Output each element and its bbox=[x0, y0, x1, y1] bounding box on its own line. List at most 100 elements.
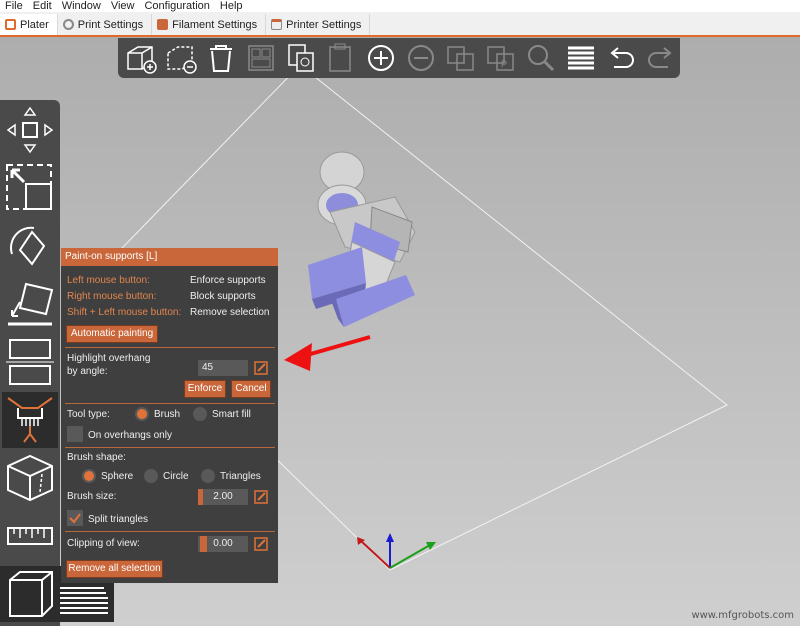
sphere-radio[interactable] bbox=[82, 469, 96, 483]
cut-tool-button[interactable] bbox=[2, 334, 58, 390]
measure-tool-button[interactable] bbox=[2, 508, 58, 564]
clipping-slider[interactable]: 0.00 bbox=[198, 536, 248, 552]
rotate-icon bbox=[10, 226, 46, 266]
left-toolbar bbox=[0, 100, 114, 626]
add-cube-icon bbox=[127, 46, 157, 74]
delete-all-button[interactable] bbox=[202, 39, 240, 77]
edit-icon[interactable] bbox=[254, 490, 268, 504]
scale-tool-button[interactable] bbox=[2, 160, 58, 216]
axes-gizmo bbox=[357, 533, 436, 569]
triangles-radio[interactable] bbox=[201, 469, 215, 483]
overhang-angle-input[interactable]: 45 bbox=[198, 360, 248, 376]
add-instance-button[interactable] bbox=[362, 39, 400, 77]
paste-button[interactable] bbox=[322, 39, 360, 77]
highlight-label-1: Highlight overhang bbox=[67, 353, 151, 364]
smart-fill-radio-label: Smart fill bbox=[212, 409, 251, 420]
split-triangles-checkbox[interactable] bbox=[67, 510, 83, 526]
redo-button[interactable] bbox=[642, 39, 680, 77]
paint-brush-icon bbox=[7, 397, 53, 443]
menu-help[interactable]: Help bbox=[215, 0, 248, 12]
filament-settings-icon bbox=[157, 19, 169, 30]
print-settings-icon bbox=[62, 19, 74, 30]
add-object-button[interactable] bbox=[122, 39, 160, 77]
printer-settings-icon bbox=[271, 19, 283, 30]
layers-icon bbox=[568, 46, 594, 70]
right-mouse-label: Right mouse button: bbox=[67, 291, 157, 302]
move-icon bbox=[6, 106, 54, 154]
plus-circle-icon bbox=[368, 45, 394, 71]
menu-edit[interactable]: Edit bbox=[28, 0, 57, 12]
arrange-icon bbox=[248, 45, 274, 71]
brush-radio[interactable] bbox=[135, 407, 149, 421]
shift-left-action: Remove selection bbox=[190, 307, 270, 318]
menu-configuration[interactable]: Configuration bbox=[139, 0, 214, 12]
ruler-icon bbox=[7, 527, 53, 545]
left-mouse-label: Left mouse button: bbox=[67, 275, 150, 286]
right-mouse-action: Block supports bbox=[190, 291, 256, 302]
undo-button[interactable] bbox=[602, 39, 640, 77]
tab-bar: Plater Print Settings Filament Settings … bbox=[0, 12, 800, 37]
menu-window[interactable]: Window bbox=[57, 0, 106, 12]
paint-supports-panel: Paint-on supports [L] Left mouse button:… bbox=[61, 248, 278, 583]
seam-painting-button[interactable] bbox=[2, 450, 58, 506]
search-button[interactable] bbox=[522, 39, 560, 77]
tab-printer-settings[interactable]: Printer Settings bbox=[266, 14, 371, 35]
move-tool-button[interactable] bbox=[2, 102, 58, 158]
place-on-face-button[interactable] bbox=[2, 276, 58, 332]
arrange-button[interactable] bbox=[242, 39, 280, 77]
undo-icon bbox=[610, 47, 634, 68]
brush-size-slider[interactable]: 2.00 bbox=[198, 489, 248, 505]
tab-plater[interactable]: Plater bbox=[0, 14, 58, 35]
model-object bbox=[308, 151, 416, 327]
tab-printer-settings-label: Printer Settings bbox=[286, 18, 362, 31]
rotate-tool-button[interactable] bbox=[2, 218, 58, 274]
circle-radio-label: Circle bbox=[163, 471, 189, 482]
remove-all-selection-button[interactable]: Remove all selection bbox=[66, 560, 163, 578]
menu-file[interactable]: File bbox=[0, 0, 28, 12]
circle-radio[interactable] bbox=[144, 469, 158, 483]
plater-icon bbox=[5, 19, 16, 30]
smart-fill-radio[interactable] bbox=[193, 407, 207, 421]
copy-button[interactable] bbox=[282, 39, 320, 77]
layers-button[interactable] bbox=[562, 39, 600, 77]
split-triangles-label: Split triangles bbox=[88, 514, 149, 525]
shift-left-label: Shift + Left mouse button: bbox=[67, 307, 182, 318]
separator bbox=[65, 447, 275, 448]
automatic-painting-button[interactable]: Automatic painting bbox=[66, 325, 158, 343]
delete-button[interactable] bbox=[162, 39, 200, 77]
menu-bar: File Edit Window View Configuration Help bbox=[0, 0, 800, 12]
tab-print-settings[interactable]: Print Settings bbox=[57, 14, 153, 35]
checkmark-icon bbox=[69, 513, 81, 524]
clipping-value: 0.00 bbox=[213, 538, 233, 549]
minus-circle-icon bbox=[408, 45, 434, 71]
place-on-face-icon bbox=[8, 282, 54, 326]
clipping-label: Clipping of view: bbox=[67, 538, 140, 549]
cut-icon bbox=[6, 339, 54, 385]
edit-icon[interactable] bbox=[254, 361, 268, 375]
watermark: www.mfgrobots.com bbox=[691, 610, 794, 621]
split-parts-icon: P bbox=[487, 46, 514, 71]
on-overhangs-only-checkbox[interactable] bbox=[67, 426, 83, 442]
scale-icon bbox=[6, 164, 52, 210]
on-overhangs-only-label: On overhangs only bbox=[88, 430, 172, 441]
split-parts-button[interactable]: P bbox=[482, 39, 520, 77]
remove-instance-button[interactable] bbox=[402, 39, 440, 77]
triangles-radio-label: Triangles bbox=[220, 471, 261, 482]
left-mouse-action: Enforce supports bbox=[190, 275, 266, 286]
tab-filament-settings[interactable]: Filament Settings bbox=[152, 14, 267, 35]
split-objects-icon bbox=[447, 46, 474, 71]
menu-view[interactable]: View bbox=[106, 0, 140, 12]
brush-size-label: Brush size: bbox=[67, 491, 117, 502]
split-objects-button[interactable] bbox=[442, 39, 480, 77]
separator bbox=[65, 531, 275, 532]
tab-plater-label: Plater bbox=[20, 18, 49, 31]
top-toolbar: P bbox=[118, 38, 680, 78]
enforce-button[interactable]: Enforce bbox=[184, 380, 226, 398]
paint-supports-button[interactable] bbox=[2, 392, 58, 448]
edit-icon[interactable] bbox=[254, 537, 268, 551]
highlight-label-2: by angle: bbox=[67, 366, 108, 377]
cancel-button[interactable]: Cancel bbox=[231, 380, 271, 398]
brush-radio-label: Brush bbox=[154, 409, 181, 420]
delete-cube-icon bbox=[167, 46, 197, 74]
svg-text:P: P bbox=[501, 59, 507, 69]
